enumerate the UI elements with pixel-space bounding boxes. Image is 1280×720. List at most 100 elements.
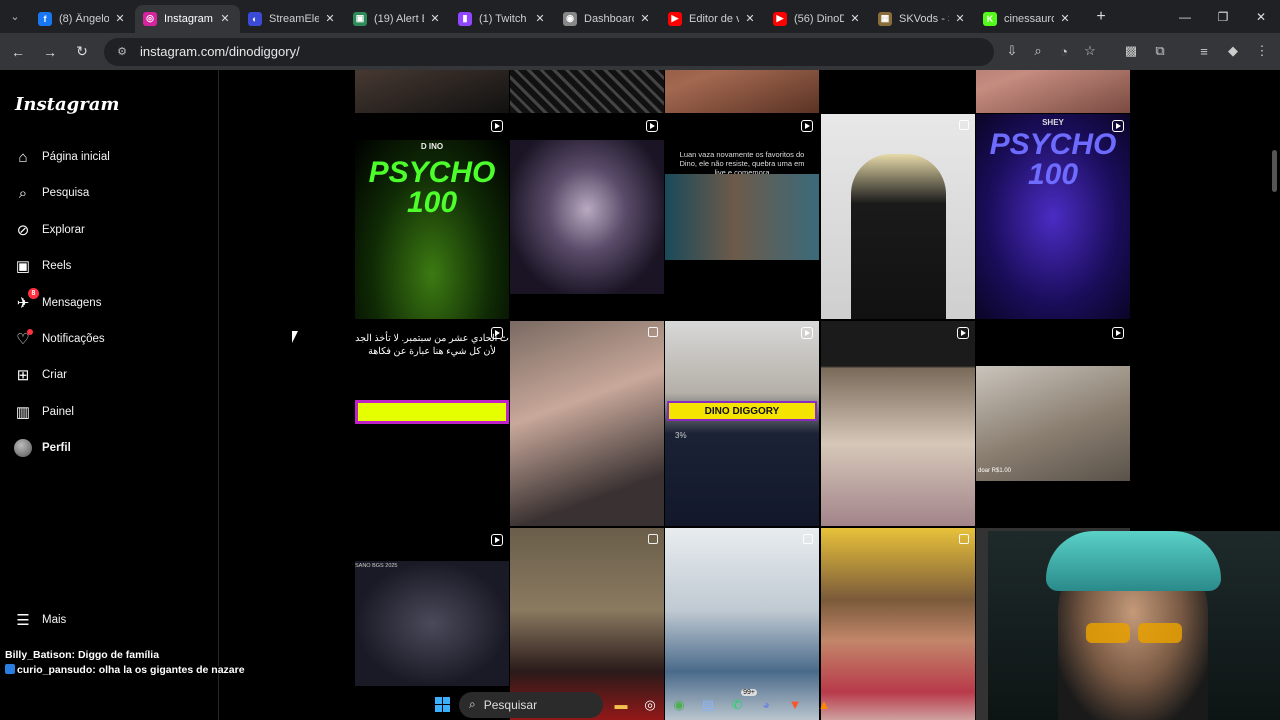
sidebar-item-explorar[interactable]: ⊘ Explorar	[13, 218, 85, 242]
close-tab-icon[interactable]: ✕	[218, 12, 232, 25]
browser-tab[interactable]: ◉ Dashboard ✕	[555, 5, 660, 33]
icon-glyph: ▥	[15, 404, 31, 421]
post-tile[interactable]: doar R$1.00	[976, 321, 1130, 526]
profile-avatar	[14, 439, 32, 457]
search-icon: ⌕	[13, 183, 33, 203]
discord-icon[interactable]: ◕	[754, 693, 778, 717]
restore-button[interactable]: ❐	[1204, 0, 1242, 33]
post-tile-caption: ث الحادي عشر من سبتمبر. لا تأخذ الجد لأن…	[355, 333, 509, 357]
close-tab-icon[interactable]: ✕	[953, 12, 967, 25]
post-tile[interactable]: Luan vaza novamente os favoritos do Dino…	[665, 114, 819, 319]
new-tab-button[interactable]: +	[1086, 3, 1116, 31]
carousel-icon	[648, 534, 658, 544]
alertbox-icon: ▣	[353, 11, 367, 26]
scrollbar-thumb[interactable]	[1272, 150, 1277, 192]
sidebar-item-pagina-inicial[interactable]: ⌂ Página inicial	[13, 145, 109, 169]
browser-tab[interactable]: ▶ Editor de víd ✕	[660, 5, 765, 33]
stream-chat-overlay: Billy_Batison: Diggo de família curio_pan…	[5, 648, 245, 678]
taskbar-search[interactable]: ⌕ Pesquisar	[459, 691, 603, 718]
post-tile[interactable]	[510, 321, 664, 526]
post-tile[interactable]	[665, 70, 819, 113]
twitch-icon: ▮	[458, 11, 472, 26]
close-tab-icon[interactable]: ✕	[428, 12, 442, 25]
app-icon[interactable]: ◎	[638, 693, 662, 717]
install-app-icon[interactable]: ⇩	[998, 37, 1026, 65]
close-window-button[interactable]: ✕	[1242, 0, 1280, 33]
sidebar-item-notificacoes[interactable]: ♡ Notificações	[13, 327, 105, 351]
sidebar-item-more[interactable]: ☰ Mais	[13, 608, 66, 632]
tab-title: (8) Ângelo B	[59, 12, 109, 25]
performance-icon[interactable]: ◔	[1050, 37, 1078, 65]
reload-button[interactable]: ↻	[68, 38, 96, 66]
chat-username: curio_pansudo	[17, 664, 93, 676]
sidebar-item-label: Pesquisa	[42, 187, 90, 199]
post-tile[interactable]	[510, 70, 664, 113]
url-text: instagram.com/dinodiggory/	[140, 44, 300, 59]
browser-tab[interactable]: ◎ Instagram ✕	[135, 4, 240, 33]
verified-badge-icon	[5, 664, 15, 674]
address-bar[interactable]: ⚙ instagram.com/dinodiggory/	[104, 37, 994, 66]
sidebar-item-mensagens[interactable]: ✈ 8 Mensagens	[13, 288, 101, 315]
carousel-icon	[959, 534, 969, 544]
post-tile[interactable]	[821, 70, 975, 113]
tab-title: cinessauro S	[1004, 12, 1054, 25]
post-tile[interactable]: DINO DIGGORY 3%	[665, 321, 819, 526]
whatsapp-icon[interactable]: ✆ 99+	[725, 688, 757, 717]
close-tab-icon[interactable]: ✕	[323, 12, 337, 25]
extensions-icon[interactable]: ⧉	[1146, 37, 1174, 65]
post-tile[interactable]	[355, 70, 509, 113]
post-tile[interactable]: ث الحادي عشر من سبتمبر. لا تأخذ الجد لأن…	[355, 321, 509, 526]
reels-icon: ▣	[13, 256, 33, 276]
instagram-logo[interactable]: Instagram	[15, 94, 119, 115]
chat-message: curio_pansudo: olha la os gigantes de na…	[5, 663, 245, 678]
chrome-icon[interactable]: ◉	[667, 693, 691, 717]
close-tab-icon[interactable]: ✕	[638, 12, 652, 25]
profile-icon[interactable]: ◆	[1219, 37, 1247, 65]
webcam-overlay	[988, 531, 1280, 720]
sidebar-item-painel[interactable]: ▥ Painel	[13, 400, 74, 424]
file-explorer-icon[interactable]: ▬	[609, 693, 633, 717]
close-tab-icon[interactable]: ✕	[113, 12, 127, 25]
brave-icon[interactable]: ▼	[783, 693, 807, 717]
media-controls-icon[interactable]: ≡	[1190, 37, 1218, 65]
close-tab-icon[interactable]: ✕	[533, 12, 547, 25]
browser-tab[interactable]: ▣ (19) Alert Bo ✕	[345, 5, 450, 33]
extension-badge-icon[interactable]: ▩	[1117, 37, 1145, 65]
messenger-icon: ✈ 8	[13, 288, 39, 313]
sidebar-item-reels[interactable]: ▣ Reels	[13, 254, 72, 278]
close-tab-icon[interactable]: ✕	[848, 12, 862, 25]
notepad-icon[interactable]: ▤	[696, 693, 720, 717]
browser-tab[interactable]: Kcinessauro S ✕	[975, 5, 1080, 33]
icon-glyph: ▣	[15, 258, 31, 275]
browser-tab[interactable]: ▦ SKVods - So ✕	[870, 5, 975, 33]
tab-search-button[interactable]: ⌄	[0, 0, 30, 33]
sidebar-item-pesquisa[interactable]: ⌕ Pesquisa	[13, 181, 90, 205]
post-tile[interactable]: D INO PSYCHO 100	[355, 114, 509, 319]
menu-icon[interactable]: ⋮	[1248, 37, 1276, 65]
zoom-icon[interactable]: ⌕	[1024, 37, 1052, 65]
forward-button[interactable]: →	[36, 38, 64, 66]
back-button[interactable]: ←	[4, 38, 32, 66]
post-tile[interactable]: SHEY PSYCHO 100	[976, 114, 1130, 319]
browser-tab[interactable]: ▮ (1) Twitch ✕	[450, 5, 555, 33]
minimize-button[interactable]: —	[1166, 0, 1204, 33]
browser-tab[interactable]: ▶ (56) DinoDig ✕	[765, 5, 870, 33]
post-tile[interactable]	[976, 70, 1130, 113]
sidebar-item-label: Mais	[42, 614, 67, 626]
close-tab-icon[interactable]: ✕	[1058, 12, 1072, 25]
browser-tab-bar: ⌄ f(8) Ângelo B✕◎Instagram✕◐StreamElem✕▣…	[0, 0, 1280, 33]
sidebar-item-criar[interactable]: ⊞ Criar	[13, 363, 67, 387]
post-tile[interactable]	[821, 114, 975, 319]
bookmark-star-icon[interactable]: ☆	[1076, 37, 1104, 65]
chat-username: Billy_Batison	[5, 649, 72, 661]
site-info-icon[interactable]: ⚙	[114, 44, 130, 60]
post-tile[interactable]	[510, 114, 664, 319]
hamburger-icon: ☰	[16, 612, 30, 629]
browser-tab[interactable]: f (8) Ângelo B ✕	[30, 5, 135, 33]
post-tile[interactable]	[821, 321, 975, 526]
sidebar-item-perfil[interactable]: Perfil	[13, 436, 71, 460]
browser-tab[interactable]: ◐ StreamElem ✕	[240, 5, 345, 33]
vlc-icon[interactable]: ▲	[812, 693, 836, 717]
windows-start-icon[interactable]	[430, 693, 454, 717]
close-tab-icon[interactable]: ✕	[743, 12, 757, 25]
